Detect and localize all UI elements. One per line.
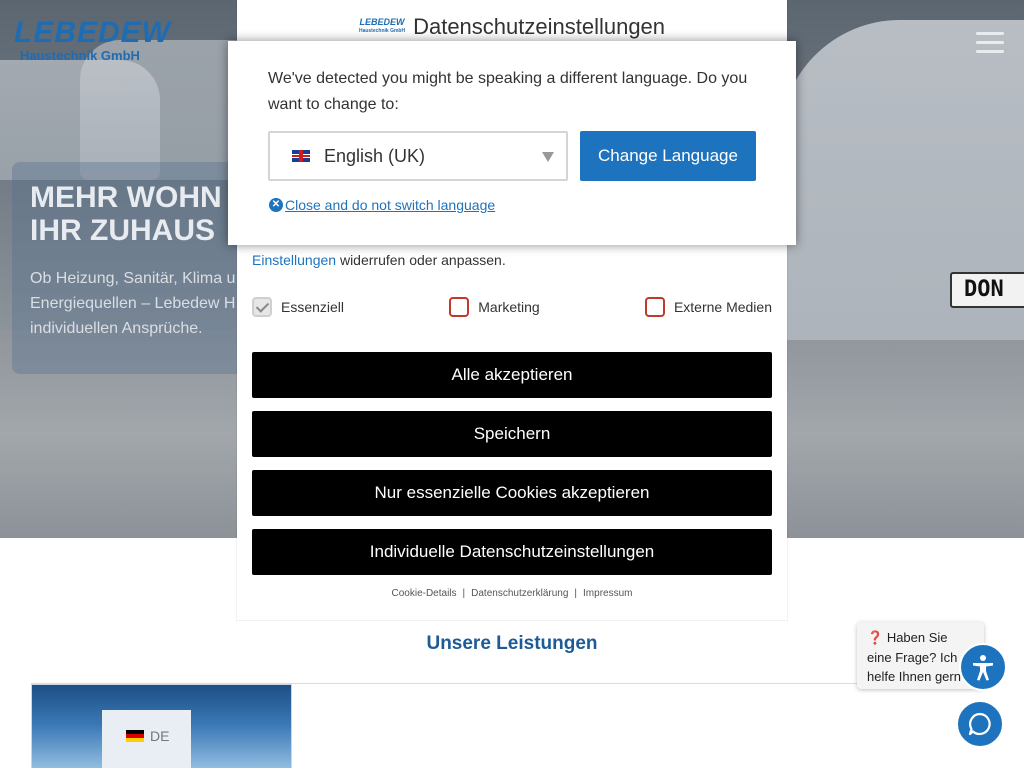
german-flag-icon (126, 730, 144, 742)
privacy-policy-link[interactable]: Datenschutzerklärung (471, 588, 568, 599)
accessibility-button[interactable] (959, 643, 1007, 691)
language-message: We've detected you might be speaking a d… (268, 70, 748, 113)
consent-checkboxes: Essenziell Marketing Externe Medien (252, 297, 772, 317)
dropdown-arrow-icon (542, 152, 554, 162)
menu-icon[interactable] (976, 32, 1004, 54)
hero-text-line: Energiequellen – Lebedew H (30, 295, 236, 312)
privacy-header: LEBEDEW Haustechnik GmbH Datenschutzeins… (237, 14, 787, 40)
privacy-title: Datenschutzeinstellungen (413, 14, 666, 39)
checkbox-externe-medien[interactable]: Externe Medien (644, 297, 772, 317)
checkbox-box[interactable] (252, 297, 272, 317)
imprint-link[interactable]: Impressum (583, 588, 632, 599)
language-select[interactable]: English (UK) (268, 131, 568, 181)
checkbox-box[interactable] (644, 297, 665, 317)
hero-text-line: Ob Heizung, Sanitär, Klima u (30, 270, 236, 287)
uk-flag-icon (292, 150, 310, 162)
accept-all-button[interactable]: Alle akzeptieren (252, 352, 772, 398)
hero-description: Ob Heizung, Sanitär, Klima u Energiequel… (30, 266, 260, 341)
individual-settings-button[interactable]: Individuelle Datenschutzeinstellungen (252, 529, 772, 575)
save-button[interactable]: Speichern (252, 411, 772, 457)
logo-subtitle: Haustechnik GmbH (20, 48, 140, 63)
checkbox-label: Essenziell (281, 299, 345, 315)
language-switch-modal: We've detected you might be speaking a d… (228, 41, 796, 245)
privacy-logo-brand: LEBEDEW (359, 17, 405, 27)
close-link-text: Close and do not switch language (285, 197, 496, 213)
cookie-details-link[interactable]: Cookie-Details (392, 588, 457, 599)
language-code: DE (150, 728, 170, 744)
accessibility-icon (973, 655, 993, 681)
license-plate: DON (950, 272, 1024, 308)
checkbox-essenziell[interactable]: Essenziell (252, 297, 344, 317)
footer-separator: | (462, 588, 466, 599)
site-logo[interactable]: LEBEDEW Haustechnik GmbH (14, 16, 174, 64)
hero-title-line: MEHR WOHN (30, 181, 222, 214)
logo-brand: LEBEDEW (14, 16, 171, 49)
privacy-footer-links: Cookie-Details | Datenschutzerklärung | … (237, 588, 787, 599)
hero-title: MEHR WOHN IHR ZUHAUS (30, 181, 260, 247)
checkbox-label: Marketing (478, 299, 540, 315)
privacy-logo: LEBEDEW Haustechnik GmbH (359, 18, 405, 36)
chat-icon (968, 712, 991, 736)
privacy-logo-sub: Haustechnik GmbH (358, 28, 406, 34)
privacy-text-rest: widerrufen oder anpassen. (336, 252, 506, 268)
close-icon: ✕ (269, 198, 283, 212)
chat-button[interactable] (956, 700, 1004, 748)
checkbox-box[interactable] (449, 297, 470, 317)
close-no-switch-link[interactable]: ✕ Close and do not switch language (269, 197, 495, 213)
selected-language: English (UK) (324, 145, 426, 166)
change-language-button[interactable]: Change Language (580, 131, 756, 181)
footer-separator: | (574, 588, 578, 599)
checkbox-marketing[interactable]: Marketing (449, 297, 540, 317)
essential-only-button[interactable]: Nur essenzielle Cookies akzeptieren (252, 470, 772, 516)
question-icon: ❓ (867, 630, 884, 645)
settings-link[interactable]: Einstellungen (252, 252, 336, 268)
language-switcher[interactable]: DE (102, 710, 191, 768)
hero-text-line: individuellen Ansprüche. (30, 320, 203, 337)
privacy-description: Einstellungen widerrufen oder anpassen. (252, 250, 772, 270)
checkbox-label: Externe Medien (673, 299, 772, 315)
hero-title-line: IHR ZUHAUS (30, 214, 215, 247)
